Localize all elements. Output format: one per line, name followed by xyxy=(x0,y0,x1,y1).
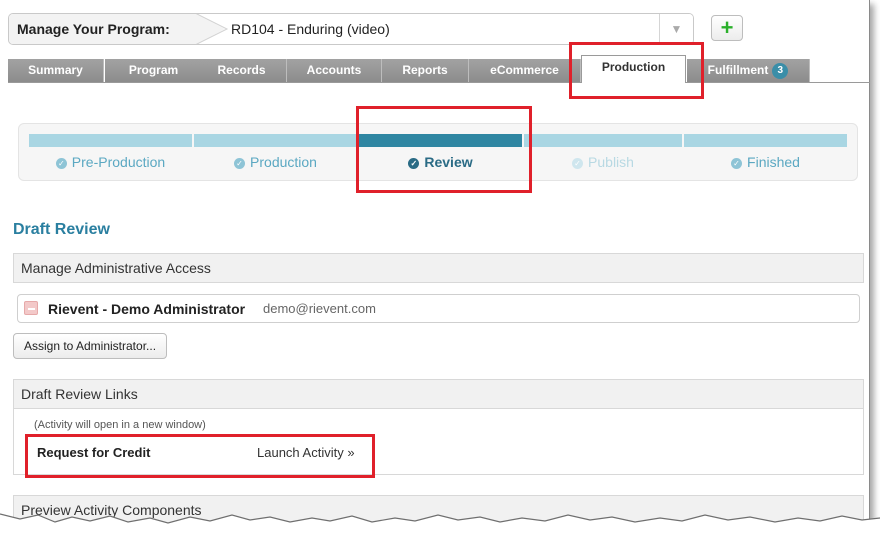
step-finished[interactable]: ✓ Finished xyxy=(684,134,847,170)
dropdown-arrow-icon[interactable]: ▼ xyxy=(659,14,693,44)
breadcrumb-divider xyxy=(195,14,229,44)
check-circle-icon: ✓ xyxy=(572,158,584,169)
tab-label: Fulfillment xyxy=(707,63,769,77)
program-selected-value: RD104 - Enduring (video) xyxy=(231,21,390,37)
tab-label: Summary xyxy=(28,63,83,77)
admin-name: Rievent - Demo Administrator xyxy=(48,301,246,317)
tab-ecommerce[interactable]: eCommerce xyxy=(469,59,581,82)
highlight-review-step xyxy=(356,106,532,193)
admin-email: demo@rievent.com xyxy=(263,301,376,316)
step-bar xyxy=(524,134,682,147)
admin-list-item: Rievent - Demo Administrator demo@rieven… xyxy=(17,294,860,323)
step-label: Production xyxy=(250,154,317,170)
program-selector-label: Manage Your Program: xyxy=(9,14,199,44)
step-label: Finished xyxy=(747,154,800,170)
tab-reports[interactable]: Reports xyxy=(382,59,469,82)
tab-label: Program xyxy=(128,63,179,77)
page-title: Draft Review xyxy=(13,221,110,238)
new-window-note: (Activity will open in a new window) xyxy=(34,419,206,431)
step-label: Publish xyxy=(588,154,634,170)
program-selector[interactable]: Manage Your Program: RD104 - Enduring (v… xyxy=(8,13,694,45)
fulfillment-count-badge: 3 xyxy=(772,62,789,79)
tab-accounts[interactable]: Accounts xyxy=(287,59,382,82)
plus-icon: + xyxy=(720,15,734,40)
tab-label: Records xyxy=(217,63,266,77)
step-publish[interactable]: ✓ Publish xyxy=(524,134,682,170)
tab-label: Accounts xyxy=(306,63,362,77)
assign-administrator-button[interactable]: Assign to Administrator... xyxy=(13,333,167,359)
step-bar xyxy=(29,134,192,147)
step-bar xyxy=(194,134,357,147)
tab-summary[interactable]: Summary xyxy=(8,59,104,82)
admin-access-heading: Manage Administrative Access xyxy=(13,253,864,283)
remove-icon[interactable] xyxy=(24,301,38,315)
step-label: Pre-Production xyxy=(71,154,166,170)
step-bar xyxy=(684,134,847,147)
check-circle-icon: ✓ xyxy=(234,158,246,169)
step-pre-production[interactable]: ✓ Pre-Production xyxy=(29,134,192,170)
review-links-heading: Draft Review Links xyxy=(13,379,864,409)
tab-records[interactable]: Records xyxy=(197,59,287,82)
main-tabs: Summary Program Records Accounts Reports… xyxy=(8,55,870,83)
step-production[interactable]: ✓ Production xyxy=(194,134,357,170)
tab-fulfillment[interactable]: Fulfillment 3 xyxy=(687,59,810,82)
torn-edge xyxy=(0,513,880,546)
check-circle-icon: ✓ xyxy=(55,158,67,169)
highlight-request-row xyxy=(25,434,375,478)
tab-label: eCommerce xyxy=(490,63,559,77)
app-window: Manage Your Program: RD104 - Enduring (v… xyxy=(0,0,870,546)
tab-program[interactable]: Program xyxy=(105,59,203,82)
tab-label: Reports xyxy=(402,63,448,77)
add-program-button[interactable]: + xyxy=(711,15,743,41)
highlight-production-tab xyxy=(569,42,704,99)
check-circle-icon: ✓ xyxy=(731,158,743,169)
